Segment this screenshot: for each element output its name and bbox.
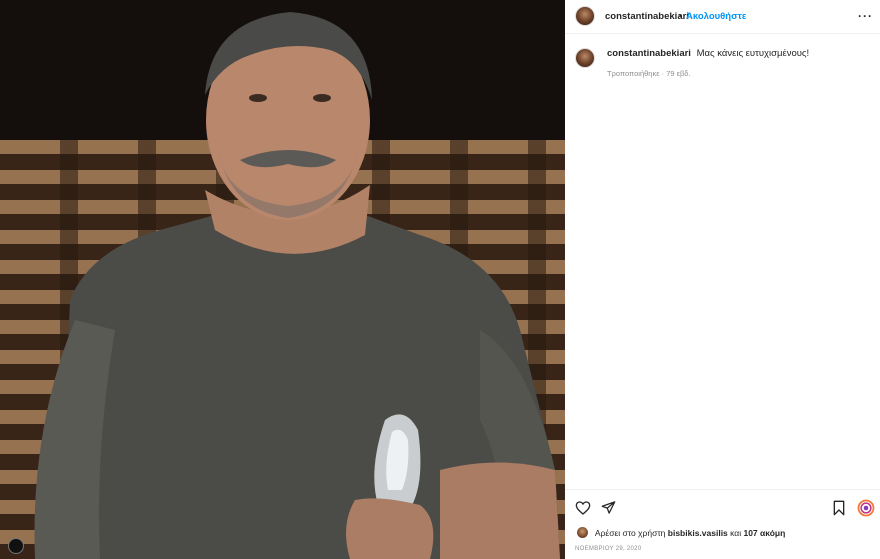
caption-avatar[interactable]: [575, 48, 595, 68]
caption-text: Μας κάνεις ευτυχισμένους!: [696, 48, 810, 59]
bookmark-icon[interactable]: [832, 500, 846, 516]
liker-avatar[interactable]: [577, 527, 588, 538]
more-icon[interactable]: ···: [858, 9, 873, 23]
igtv-icon[interactable]: [857, 499, 875, 517]
caption-meta: Τροποποιήθηκε · 79 εβδ.: [607, 69, 691, 78]
heart-icon[interactable]: [575, 500, 591, 516]
post-date[interactable]: ΝΟΕΜΒΡΙΟΥ 29, 2020: [575, 546, 641, 552]
likes-summary: Αρέσει στο χρήστη bisbikis.vasilis και 1…: [577, 527, 785, 538]
post-actions: Αρέσει στο χρήστη bisbikis.vasilis και 1…: [565, 489, 880, 559]
post-photo[interactable]: [0, 0, 565, 559]
caption-line: constantinabekiari Μας κάνεις ευτυχισμέν…: [607, 48, 809, 59]
tagged-users-icon[interactable]: [8, 538, 24, 554]
post-details-panel: constantinabekiari • Ακολουθήστε ··· con…: [565, 0, 880, 559]
caption-username[interactable]: constantinabekiari: [607, 48, 691, 59]
photo-subject: [34, 12, 560, 559]
author-avatar[interactable]: [575, 6, 595, 26]
likes-joiner: και: [730, 528, 744, 538]
others-count-link[interactable]: 107 ακόμη: [743, 528, 785, 538]
liked-by-username[interactable]: bisbikis.vasilis: [668, 528, 730, 538]
author-username[interactable]: constantinabekiari: [605, 11, 689, 22]
likes-prefix: Αρέσει στο χρήστη: [594, 528, 668, 538]
post-header: constantinabekiari • Ακολουθήστε ···: [565, 0, 880, 34]
header-separator: •: [679, 11, 683, 21]
share-icon[interactable]: [601, 500, 616, 515]
follow-button[interactable]: Ακολουθήστε: [686, 11, 746, 22]
